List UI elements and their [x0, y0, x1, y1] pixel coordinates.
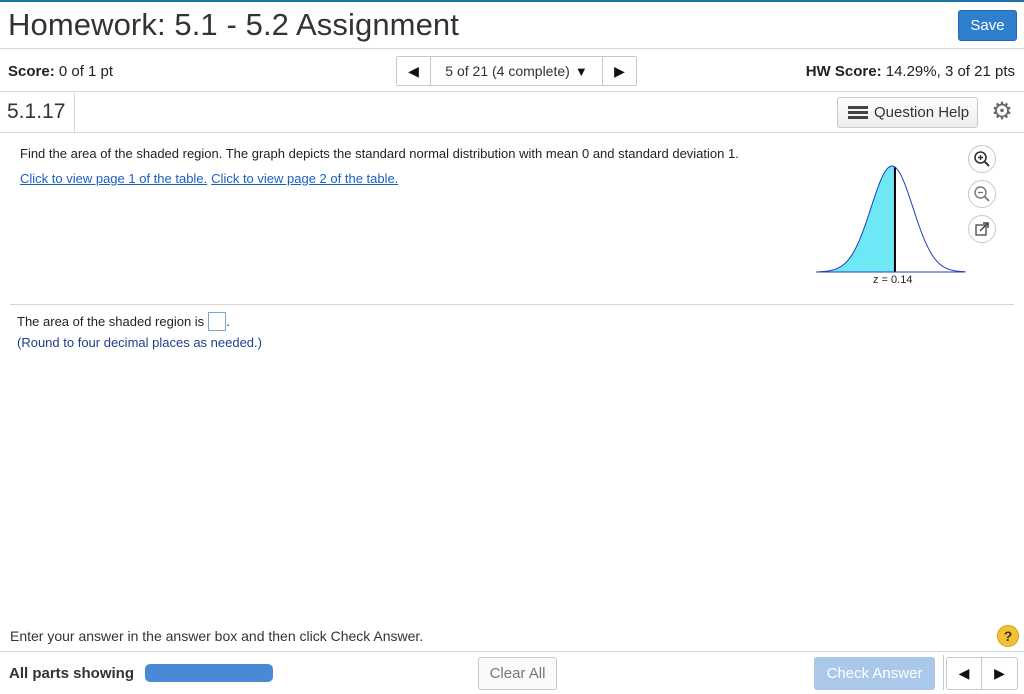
page-title: Homework: 5.1 - 5.2 Assignment: [8, 7, 459, 42]
normal-distribution-graph: [816, 165, 966, 273]
footer-navigator: ◀ ▶: [946, 657, 1018, 690]
footer-separator: [943, 655, 944, 690]
table-links: Click to view page 1 of the table. Click …: [20, 171, 402, 186]
table-page-2-link[interactable]: Click to view page 2 of the table.: [211, 171, 398, 186]
list-icon: [848, 105, 868, 120]
question-prompt: Find the area of the shaded region. The …: [20, 146, 739, 161]
footer-divider: [0, 651, 1024, 652]
hw-score-value: 14.29%, 3 of 21 pts: [885, 63, 1015, 80]
zoom-in-icon: [974, 151, 990, 167]
footer-next-button[interactable]: ▶: [982, 658, 1017, 689]
answer-instruction: Enter your answer in the answer box and …: [10, 628, 424, 644]
parts-progress-fill: [145, 664, 273, 682]
question-position: 5 of 21 (4 complete): [445, 63, 570, 79]
question-number: 5.1.17: [0, 93, 75, 132]
hw-score-label: HW Score:: [805, 63, 882, 80]
next-question-button[interactable]: ▶: [602, 57, 636, 85]
score: Score: 0 of 1 pt: [8, 63, 113, 80]
z-value-label: z = 0.14: [873, 274, 913, 286]
score-bar: Score: 0 of 1 pt ◀ 5 of 21 (4 complete) …: [0, 50, 1024, 92]
triangle-right-icon: ▶: [994, 665, 1005, 681]
score-label: Score:: [8, 63, 55, 80]
triangle-right-icon: ▶: [614, 62, 625, 79]
answer-suffix: .: [226, 314, 230, 329]
popout-button[interactable]: [968, 215, 996, 243]
clear-all-button[interactable]: Clear All: [478, 657, 557, 690]
answer-prefix: The area of the shaded region is: [17, 314, 205, 329]
table-page-1-link[interactable]: Click to view page 1 of the table.: [20, 171, 207, 186]
gear-icon[interactable]: ⚙: [990, 100, 1014, 124]
title-bar: Homework: 5.1 - 5.2 Assignment Save: [0, 2, 1024, 49]
caret-down-icon: ▼: [574, 63, 588, 79]
question-help-button[interactable]: Question Help: [837, 97, 978, 128]
answer-line: The area of the shaded region is .: [17, 312, 230, 331]
score-value: 0 of 1 pt: [58, 63, 114, 80]
zoom-out-button[interactable]: [968, 180, 996, 208]
question-help-label: Question Help: [874, 104, 970, 121]
section-divider: [10, 304, 1014, 305]
zoom-in-button[interactable]: [968, 145, 996, 173]
zoom-out-icon: [974, 186, 990, 202]
parts-progress-bar: [145, 664, 273, 682]
shaded-region: [818, 166, 895, 272]
check-answer-button[interactable]: Check Answer: [814, 657, 935, 690]
parts-showing-label: All parts showing: [9, 665, 135, 682]
question-navigator: ◀ 5 of 21 (4 complete) ▼ ▶: [396, 56, 637, 86]
footer-previous-button[interactable]: ◀: [947, 658, 982, 689]
triangle-left-icon: ◀: [958, 665, 970, 681]
rounding-note: (Round to four decimal places as needed.…: [17, 335, 262, 350]
triangle-left-icon: ◀: [408, 62, 419, 79]
question-header: 5.1.17 Question Help ⚙: [0, 93, 1024, 133]
save-button[interactable]: Save: [958, 10, 1017, 41]
question-select[interactable]: 5 of 21 (4 complete) ▼: [431, 57, 602, 85]
help-icon[interactable]: ?: [997, 625, 1019, 647]
answer-input[interactable]: [208, 312, 227, 331]
hw-score: HW Score: 14.29%, 3 of 21 pts: [806, 63, 1015, 80]
previous-question-button[interactable]: ◀: [397, 57, 431, 85]
popout-icon: [975, 222, 989, 236]
